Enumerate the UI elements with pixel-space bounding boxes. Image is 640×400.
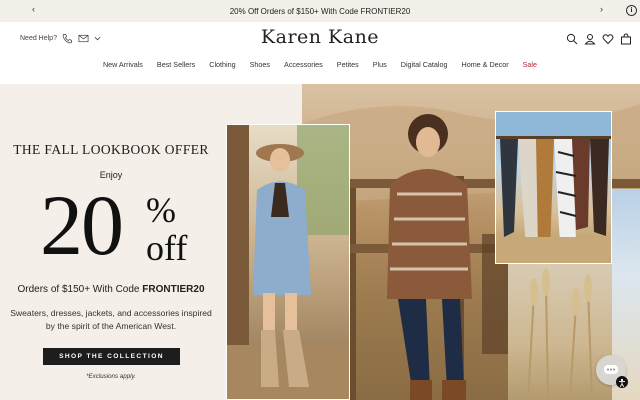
site-logo[interactable]: Karen Kane (0, 26, 640, 48)
promo-big-number: 20 (40, 177, 124, 273)
promo-percent: % (146, 190, 176, 230)
promo-orders-prefix: Orders of $150+ With Code (17, 284, 143, 295)
hero-photo-denim-dress (226, 124, 350, 400)
nav-sale[interactable]: Sale (516, 60, 544, 69)
nav-home-decor[interactable]: Home & Decor (455, 60, 516, 69)
nav-plus[interactable]: Plus (366, 60, 394, 69)
promo-exclusions: *Exclusions apply. (86, 373, 136, 380)
nav-new-arrivals[interactable]: New Arrivals (96, 60, 150, 69)
bag-icon[interactable] (620, 32, 632, 45)
promo-panel: THE FALL LOOKBOOK OFFER Enjoy 20 % off O… (0, 84, 222, 400)
nav-digital-catalog[interactable]: Digital Catalog (394, 60, 455, 69)
promo-orders: Orders of $150+ With Code FRONTIER20 (0, 284, 222, 295)
nav-accessories[interactable]: Accessories (277, 60, 330, 69)
hero-banner[interactable]: THE FALL LOOKBOOK OFFER Enjoy 20 % off O… (0, 84, 640, 400)
nav-petites[interactable]: Petites (330, 60, 366, 69)
account-icon[interactable] (584, 32, 596, 45)
main-nav: New Arrivals Best Sellers Clothing Shoes… (0, 60, 640, 69)
info-icon[interactable]: i (626, 5, 637, 16)
site-header: Need Help? Karen Kane New Arrivals Best … (0, 22, 640, 84)
heart-icon[interactable] (602, 32, 614, 45)
promo-code: FRONTIER20 (142, 284, 205, 295)
search-icon[interactable] (566, 32, 578, 45)
promo-description: Sweaters, dresses, jackets, and accessor… (10, 308, 212, 331)
hero-photo-scarves (495, 111, 612, 264)
header-icons (566, 32, 632, 45)
accessibility-button[interactable] (616, 376, 628, 388)
shop-collection-button[interactable]: SHOP THE COLLECTION (43, 348, 180, 365)
announcement-bar: ‹ 20% Off Orders of $150+ With Code FRON… (0, 0, 640, 22)
chevron-left-icon[interactable]: ‹ (32, 4, 35, 14)
chevron-right-icon[interactable]: › (600, 4, 603, 14)
nav-clothing[interactable]: Clothing (202, 60, 242, 69)
nav-best-sellers[interactable]: Best Sellers (150, 60, 202, 69)
promo-off: off (146, 228, 188, 268)
accessibility-icon (619, 378, 625, 388)
promo-kicker: THE FALL LOOKBOOK OFFER (13, 142, 209, 157)
announcement-text: 20% Off Orders of $150+ With Code FRONTI… (229, 6, 411, 16)
nav-shoes[interactable]: Shoes (243, 60, 277, 69)
chat-icon (604, 365, 618, 374)
